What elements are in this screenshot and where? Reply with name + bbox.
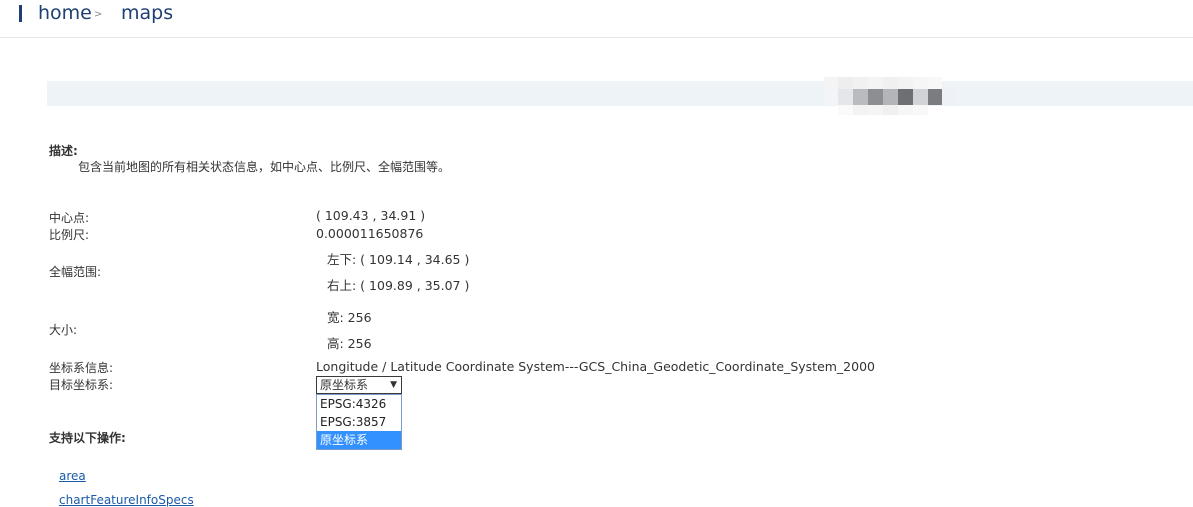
bounds-upper-right: 右上: ( 109.89 , 35.07 ) bbox=[327, 278, 470, 293]
target-crs-option-epsg4326[interactable]: EPSG:4326 bbox=[317, 395, 401, 413]
breadcrumb-home-link[interactable]: home bbox=[38, 2, 92, 24]
breadcrumb-current: maps bbox=[121, 2, 174, 24]
target-crs-label: 目标坐标系: bbox=[49, 378, 114, 392]
target-crs-selected-value: 原坐标系 bbox=[320, 378, 369, 392]
operation-link-chartfeatureinfospecs[interactable]: chartFeatureInfoSpecs bbox=[59, 493, 194, 507]
scale-value: 0.000011650876 bbox=[316, 226, 424, 241]
bounds-lower-left: 左下: ( 109.14 , 34.65 ) bbox=[327, 252, 470, 267]
breadcrumb-marker bbox=[19, 5, 22, 22]
center-value: ( 109.43 , 34.91 ) bbox=[316, 208, 426, 223]
target-crs-select[interactable]: 原坐标系 ▼ bbox=[316, 376, 402, 394]
operations-heading: 支持以下操作: bbox=[49, 431, 126, 445]
target-crs-option-original[interactable]: 原坐标系 bbox=[317, 431, 401, 449]
crs-value: Longitude / Latitude Coordinate System--… bbox=[316, 359, 875, 374]
bounds-label: 全幅范围: bbox=[49, 265, 102, 279]
description-text: 包含当前地图的所有相关状态信息，如中心点、比例尺、全幅范围等。 bbox=[78, 160, 451, 174]
size-height: 高: 256 bbox=[327, 336, 372, 351]
blurred-region bbox=[824, 77, 956, 115]
target-crs-dropdown-list: EPSG:4326 EPSG:3857 原坐标系 bbox=[316, 394, 402, 450]
header-banner bbox=[47, 81, 1193, 106]
crs-label: 坐标系信息: bbox=[49, 361, 114, 375]
breadcrumb-separator: > bbox=[94, 9, 103, 20]
description-heading: 描述: bbox=[49, 144, 78, 158]
center-label: 中心点: bbox=[49, 211, 90, 225]
size-width: 宽: 256 bbox=[327, 310, 372, 325]
target-crs-option-epsg3857[interactable]: EPSG:3857 bbox=[317, 413, 401, 431]
scale-label: 比例尺: bbox=[49, 228, 90, 242]
operation-link-area[interactable]: area bbox=[59, 469, 86, 483]
size-label: 大小: bbox=[49, 323, 78, 337]
dropdown-arrow-icon: ▼ bbox=[390, 380, 397, 390]
breadcrumb: home > maps bbox=[0, 0, 1193, 38]
